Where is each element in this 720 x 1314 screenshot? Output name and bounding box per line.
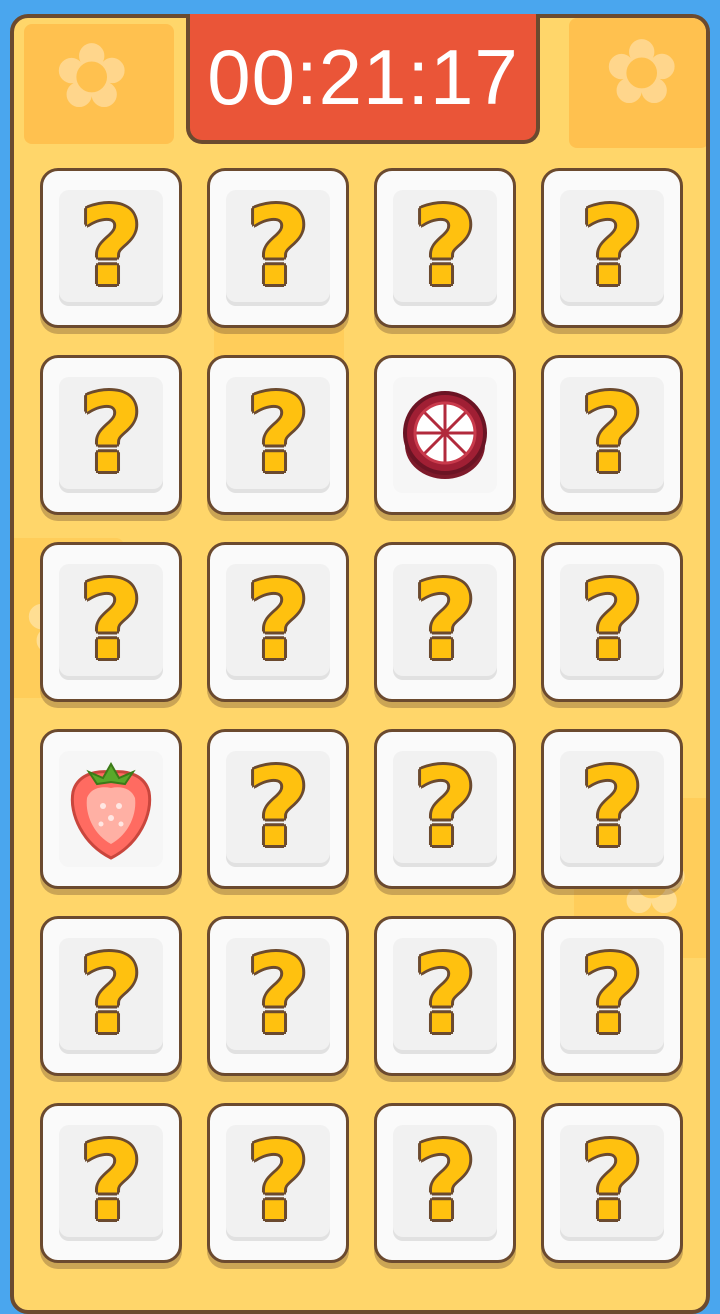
mangosteen-svg: [403, 391, 487, 479]
question-mark-icon: ?: [580, 559, 644, 684]
card-face: ?: [59, 190, 163, 306]
memory-card[interactable]: ?: [40, 168, 182, 328]
memory-card[interactable]: ?: [207, 168, 349, 328]
question-mark-icon: ?: [79, 185, 143, 310]
question-mark-icon: ?: [79, 1120, 143, 1245]
memory-card[interactable]: ?: [374, 1103, 516, 1263]
question-mark-icon: ?: [246, 746, 310, 871]
card-face: ?: [59, 377, 163, 493]
card-face: ?: [393, 190, 497, 306]
card-face: ?: [59, 1125, 163, 1241]
card-face: [393, 377, 497, 493]
card-face: ?: [393, 938, 497, 1054]
card-face: ?: [226, 1125, 330, 1241]
question-mark-icon: ?: [413, 933, 477, 1058]
question-mark-icon: ?: [580, 372, 644, 497]
question-mark-icon: ?: [413, 746, 477, 871]
memory-card[interactable]: ?: [40, 1103, 182, 1263]
memory-card[interactable]: ?: [207, 355, 349, 515]
card-face: ?: [226, 751, 330, 867]
question-mark-icon: ?: [246, 372, 310, 497]
memory-card[interactable]: ?: [374, 168, 516, 328]
card-face: ?: [560, 190, 664, 306]
question-mark-icon: ?: [79, 933, 143, 1058]
question-mark-icon: ?: [246, 1120, 310, 1245]
memory-card[interactable]: ?: [207, 542, 349, 702]
memory-card[interactable]: ?: [541, 729, 683, 889]
card-face: ?: [393, 1125, 497, 1241]
card-face: ?: [393, 751, 497, 867]
question-mark-icon: ?: [79, 372, 143, 497]
memory-card[interactable]: ?: [207, 1103, 349, 1263]
memory-card[interactable]: ?: [541, 916, 683, 1076]
card-face: ?: [226, 564, 330, 680]
memory-card[interactable]: ?: [207, 729, 349, 889]
question-mark-icon: ?: [79, 559, 143, 684]
memory-card-revealed[interactable]: [40, 729, 182, 889]
question-mark-icon: ?: [580, 746, 644, 871]
strawberry-svg: [70, 761, 152, 860]
memory-card[interactable]: ?: [374, 916, 516, 1076]
question-mark-icon: ?: [413, 559, 477, 684]
card-face: ?: [226, 377, 330, 493]
card-face: ?: [560, 377, 664, 493]
memory-card[interactable]: ?: [541, 168, 683, 328]
question-mark-icon: ?: [413, 1120, 477, 1245]
memory-card[interactable]: ?: [40, 916, 182, 1076]
card-face: ?: [560, 751, 664, 867]
question-mark-icon: ?: [413, 185, 477, 310]
card-grid: ?????? ????? ???????????: [0, 0, 720, 1280]
question-mark-icon: ?: [246, 933, 310, 1058]
card-face: ?: [560, 938, 664, 1054]
card-face: [59, 751, 163, 867]
question-mark-icon: ?: [246, 185, 310, 310]
strawberry-icon: [63, 754, 159, 864]
card-face: ?: [560, 1125, 664, 1241]
card-face: ?: [560, 564, 664, 680]
memory-card[interactable]: ?: [541, 1103, 683, 1263]
memory-card[interactable]: ?: [541, 542, 683, 702]
memory-card-revealed[interactable]: [374, 355, 516, 515]
memory-card[interactable]: ?: [374, 729, 516, 889]
card-face: ?: [59, 938, 163, 1054]
memory-card[interactable]: ?: [207, 916, 349, 1076]
question-mark-icon: ?: [246, 559, 310, 684]
memory-card[interactable]: ?: [541, 355, 683, 515]
question-mark-icon: ?: [580, 933, 644, 1058]
card-face: ?: [59, 564, 163, 680]
card-face: ?: [226, 190, 330, 306]
card-face: ?: [393, 564, 497, 680]
memory-card[interactable]: ?: [40, 355, 182, 515]
card-face: ?: [226, 938, 330, 1054]
memory-card[interactable]: ?: [374, 542, 516, 702]
mangosteen-icon: [397, 387, 493, 483]
question-mark-icon: ?: [580, 1120, 644, 1245]
memory-card[interactable]: ?: [40, 542, 182, 702]
question-mark-icon: ?: [580, 185, 644, 310]
